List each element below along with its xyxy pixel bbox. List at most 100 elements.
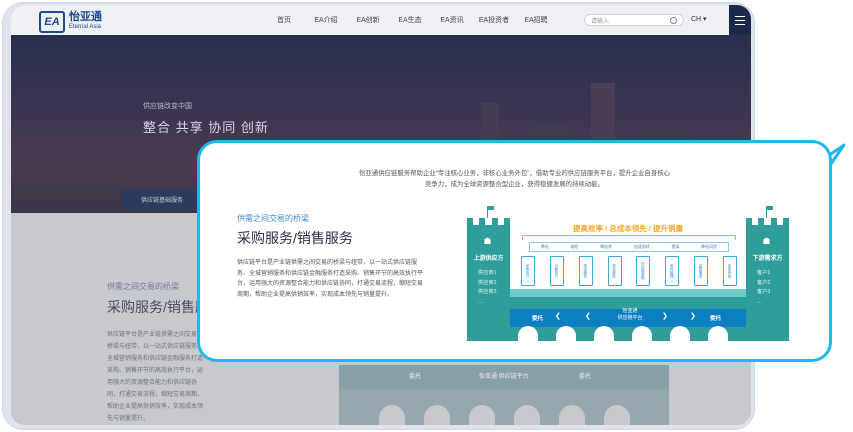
bridge-arch <box>424 405 450 425</box>
supplier-item: … <box>478 298 484 305</box>
deck-label-right: 委托 <box>579 374 592 380</box>
benefits-row: 降低 缩短 降低库 加速周转 提高 降低风险 <box>529 242 729 252</box>
service-pillar: 供应链金融 <box>636 256 651 286</box>
bridge-arch <box>604 405 630 425</box>
supplier-list: 供应商1 供应商2 供应商3 … <box>478 269 496 307</box>
supply-chain-bridge-diagram: 提高效率 / 总成本领先 / 提升销量 降低 缩短 降低库 加速周转 提高 降低… <box>467 206 789 341</box>
benefit-item: 降低库 <box>600 244 613 249</box>
tower-merlon <box>746 218 752 225</box>
section-subtitle: 供需之间交易的桥梁 <box>107 282 179 291</box>
logo-en: Eternal Asia <box>69 24 102 30</box>
service-pillar: 物流服务 <box>578 256 593 286</box>
arrow-right-icon: ❯ <box>690 313 696 320</box>
bridge-arch <box>518 326 538 341</box>
search-placeholder: 请输入 <box>591 18 610 25</box>
search-input[interactable]: 请输入 <box>584 14 684 26</box>
deck-mid-line-2: 供应链平台 <box>617 315 643 321</box>
site-logo[interactable]: EA 怡亚通 Eternal Asia <box>39 11 102 33</box>
bridge-arch <box>379 405 405 425</box>
service-pillar: 信息系统 <box>722 256 737 286</box>
benefit-item: 加速周转 <box>633 244 650 249</box>
deck-label-right: 委托 <box>710 316 722 322</box>
main-menu: 首页 EA介绍 EA创新 EA生态 EA资讯 EA投资者 EA招聘 <box>263 15 557 25</box>
bridge-arch <box>708 326 728 341</box>
bridge-arch <box>514 405 540 425</box>
right-tower: ☗ 下游需求方 客户1 客户2 客户3 … <box>746 206 789 341</box>
user-icon: ☗ <box>762 236 771 246</box>
bridge-band <box>510 289 746 297</box>
service-pillar: 库存管理 <box>665 256 680 286</box>
menu-item-investors[interactable]: EA投资者 <box>473 15 515 25</box>
service-pillar: 分销执行 <box>549 256 564 286</box>
menu-item-home[interactable]: 首页 <box>263 15 305 25</box>
tower-merlon <box>758 218 764 225</box>
hero-title: 整合 共享 协同 创新 <box>143 120 269 135</box>
language-selector[interactable]: CH ▾ <box>691 15 707 23</box>
search-icon[interactable] <box>670 17 677 24</box>
arrow-right-icon: ❯ <box>662 313 668 320</box>
service-pillar: 报关报检 <box>607 256 622 286</box>
logo-mark: EA <box>39 11 65 33</box>
benefit-item: 降低风险 <box>701 244 718 249</box>
menu-icon[interactable] <box>729 5 751 35</box>
top-navigation: EA 怡亚通 Eternal Asia 首页 EA介绍 EA创新 EA生态 EA… <box>11 5 751 35</box>
benefit-item: 降低 <box>540 244 549 249</box>
bridge-arch <box>469 405 495 425</box>
bridge-arch <box>594 326 614 341</box>
supplier-item: 供应商3 <box>478 289 497 295</box>
customer-item: 客户3 <box>757 289 771 295</box>
tower-merlon <box>479 218 485 225</box>
deck-label-left: 委托 <box>409 374 422 380</box>
callout-title: 采购服务/销售服务 <box>237 230 353 246</box>
menu-item-news[interactable]: EA资讯 <box>431 15 473 25</box>
bridge-arch <box>670 326 690 341</box>
logo-text: 怡亚通 Eternal Asia <box>69 12 102 32</box>
supplier-item: 供应商1 <box>478 270 497 276</box>
arrow-left-icon: ❮ <box>555 313 561 320</box>
customer-item: 客户2 <box>757 279 771 286</box>
deck-label-mid: 怡亚通 供应链平台 <box>479 374 529 380</box>
zoom-callout: 怡亚通供应链服务帮助企业“专注核心业务，非核心业务外包”，借助专业的供应链服务平… <box>197 140 832 362</box>
user-icon: ☗ <box>483 236 492 246</box>
flag-icon <box>767 206 773 210</box>
deck-label-left: 委托 <box>532 316 544 322</box>
tower-merlon <box>783 218 789 225</box>
deck-mid-line-1: 怡亚通 <box>622 308 638 314</box>
service-pillar: 采购执行 <box>521 256 535 286</box>
left-tower: ☗ 上游供应方 供应商1 供应商2 供应商3 … <box>467 206 510 341</box>
service-pillar: 结算服务 <box>694 256 709 286</box>
tower-merlon <box>504 218 510 225</box>
tower-merlon <box>467 218 473 225</box>
diagram-headline: 提高效率 / 总成本领先 / 提升销量 <box>572 224 683 233</box>
bridge-structure: 委托 ❮ ❮ 怡亚通 供应链平台 ❯ ❯ 委托 <box>510 289 746 341</box>
bridge-arch <box>632 326 652 341</box>
menu-item-intro[interactable]: EA介绍 <box>305 15 347 25</box>
right-tower-title: 下游需求方 <box>752 256 783 262</box>
bridge-diagram-faded: 委托 怡亚通 供应链平台 委托 <box>339 365 669 425</box>
service-pillars: 采购执行 分销执行 物流服务 报关报检 供应链金融 库存管理 结算服务 信息系统 <box>521 256 737 288</box>
bridge-arch <box>559 405 585 425</box>
tab-basic-service[interactable]: 供应链基础服务 <box>121 188 203 210</box>
intro-line-1: 怡亚通供应链服务帮助企业“专注核心业务，非核心业务外包”，借助专业的供应链服务平… <box>358 170 670 177</box>
flag-icon <box>488 206 494 210</box>
callout-paragraph: 供应链平台是产业链供需之间交易的桥梁与纽带，以一站式供应链服务、全城营销服务和供… <box>237 260 424 298</box>
benefit-item: 缩短 <box>570 244 579 249</box>
intro-text: 怡亚通供应链服务帮助企业“专注核心业务，非核心业务外包”，借助专业的供应链服务平… <box>200 168 829 190</box>
tower-merlon <box>492 218 498 225</box>
tower-merlon <box>771 218 777 225</box>
logo-cn: 怡亚通 <box>69 11 102 23</box>
headline-bracket <box>522 235 736 240</box>
benefit-item: 提高 <box>671 244 680 249</box>
customer-item: 客户1 <box>757 270 771 276</box>
callout-subtitle: 供需之间交易的桥梁 <box>237 214 309 223</box>
menu-item-ecology[interactable]: EA生态 <box>389 15 431 25</box>
supplier-item: 供应商2 <box>478 279 497 286</box>
section-paragraph: 供应链平台是产业链供需之间交易的桥梁与纽带，以一站式供应链服务、全城营销服务和供… <box>107 332 204 422</box>
customer-item: … <box>757 298 763 305</box>
intro-line-2: 竞争力，成为全球资源整合型企业，获得稳健发展的持续动能。 <box>425 181 604 188</box>
hero-subtitle: 供应链改变中国 <box>143 103 192 110</box>
bridge-arch <box>556 326 576 341</box>
left-tower-title: 上游供应方 <box>473 256 504 262</box>
menu-item-innovation[interactable]: EA创新 <box>347 15 389 25</box>
menu-item-careers[interactable]: EA招聘 <box>515 15 557 25</box>
